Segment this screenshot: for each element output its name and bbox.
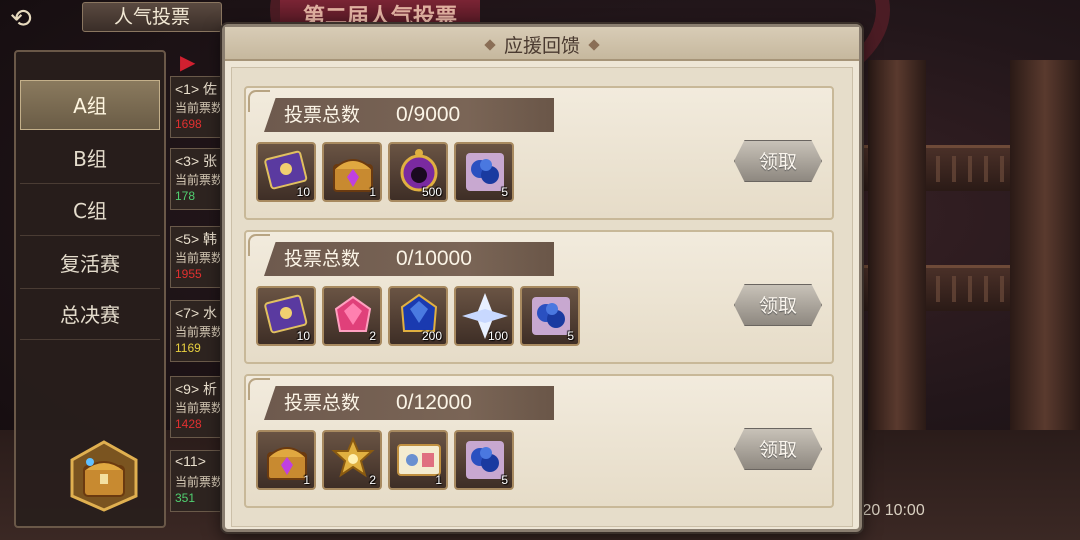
item-quantity: 5 — [501, 473, 508, 487]
reward-item[interactable]: 100 — [454, 286, 514, 346]
votes-caption: 当前票数 — [175, 101, 224, 115]
rank-label: <1> 佐 — [175, 81, 218, 97]
vote-count: 1955 — [175, 267, 202, 281]
tier-label-text: 投票总数 — [284, 248, 361, 270]
event-date: .20 10:00 — [858, 502, 925, 519]
vote-progress: 0/9000 — [396, 103, 461, 126]
group-sidebar: A组 B组 C组 复活赛 总决赛 — [14, 50, 166, 528]
item-quantity: 500 — [421, 185, 442, 199]
claim-button[interactable]: 领取 — [734, 140, 822, 182]
vote-progress: 0/10000 — [396, 247, 472, 270]
item-quantity: 2 — [369, 329, 376, 343]
sidebar-item-group-b[interactable]: B组 — [20, 134, 160, 184]
corner-ornament-icon — [248, 234, 270, 256]
reward-item[interactable]: 10 — [256, 142, 316, 202]
item-quantity: 2 — [369, 473, 376, 487]
candidate-list: ▶ <1> 佐 当前票数 1698 <3> 张 当前票数 178 <5> 韩 当… — [168, 50, 228, 528]
vote-count: 1428 — [175, 417, 202, 431]
diamond-ornament-icon — [588, 39, 600, 51]
sidebar-item-group-a[interactable]: A组 — [20, 80, 160, 130]
tier-label: 投票总数 0/9000 — [264, 98, 554, 132]
vote-count: 178 — [175, 189, 196, 203]
reward-item[interactable]: 1 — [388, 430, 448, 490]
reward-item[interactable]: 5 — [454, 430, 514, 490]
vote-count: 351 — [175, 491, 196, 505]
list-item[interactable]: <5> 韩 当前票数 1955 — [170, 226, 228, 288]
reward-item[interactable]: 500 — [388, 142, 448, 202]
reward-item[interactable]: 2 — [322, 286, 382, 346]
tier-label: 投票总数 0/10000 — [264, 242, 554, 276]
claim-button[interactable]: 领取 — [734, 428, 822, 470]
vote-progress: 0/12000 — [396, 391, 472, 414]
back-icon[interactable]: ⟲ — [10, 4, 52, 34]
reward-item[interactable]: 1 — [256, 430, 316, 490]
treasure-chest-icon[interactable] — [68, 440, 140, 512]
item-quantity: 5 — [567, 329, 574, 343]
tier-label: 投票总数 0/12000 — [264, 386, 554, 420]
tier-label-text: 投票总数 — [284, 104, 361, 126]
list-item[interactable]: <11> 当前票数 351 — [170, 450, 228, 512]
rank-label: <7> 水 — [175, 305, 218, 321]
sidebar-item-group-c[interactable]: C组 — [20, 186, 160, 236]
vote-count: 1698 — [175, 117, 202, 131]
flag-icon: ▶ — [180, 50, 196, 74]
rank-label: <3> 张 — [175, 153, 218, 169]
list-item[interactable]: <1> 佐 当前票数 1698 — [170, 76, 228, 138]
reward-tier: 投票总数 0/10000 10 2 200 100 5 领取 — [244, 230, 834, 364]
list-item[interactable]: <7> 水 当前票数 1169 — [170, 300, 228, 362]
reward-tier: 投票总数 0/12000 1 2 1 5 领取 — [244, 374, 834, 508]
votes-caption: 当前票数 — [175, 325, 224, 339]
item-quantity: 5 — [501, 185, 508, 199]
reward-item[interactable]: 5 — [520, 286, 580, 346]
votes-caption: 当前票数 — [175, 475, 224, 489]
item-quantity: 10 — [296, 185, 310, 199]
reward-item[interactable]: 10 — [256, 286, 316, 346]
rank-label: <5> 韩 — [175, 231, 218, 247]
votes-caption: 当前票数 — [175, 401, 224, 415]
reward-item[interactable]: 5 — [454, 142, 514, 202]
reward-item[interactable]: 1 — [322, 142, 382, 202]
corner-ornament-icon — [248, 378, 270, 400]
list-item[interactable]: <9> 析 当前票数 1428 — [170, 376, 228, 438]
item-quantity: 1 — [303, 473, 310, 487]
list-item[interactable]: <3> 张 当前票数 178 — [170, 148, 228, 210]
corner-ornament-icon — [248, 90, 270, 112]
claim-button[interactable]: 领取 — [734, 284, 822, 326]
rank-label: <9> 析 — [175, 381, 218, 397]
item-quantity: 100 — [487, 329, 508, 343]
item-quantity: 10 — [296, 329, 310, 343]
reward-item[interactable]: 200 — [388, 286, 448, 346]
item-quantity: 1 — [369, 185, 376, 199]
page-title: 人气投票 — [82, 2, 222, 32]
support-rewards-dialog: 应援回馈 投票总数 0/9000 10 1 500 5 领取 投票总数 0/10… — [222, 24, 862, 532]
item-quantity: 1 — [435, 473, 442, 487]
dialog-title-wrap: 应援回馈 — [225, 31, 859, 58]
rewards-list: 投票总数 0/9000 10 1 500 5 领取 投票总数 0/10000 1… — [231, 67, 853, 527]
votes-caption: 当前票数 — [175, 173, 224, 187]
vote-count: 1169 — [175, 341, 201, 355]
dialog-title: 应援回馈 — [503, 35, 580, 57]
rank-label: <11> — [175, 453, 206, 469]
reward-tier: 投票总数 0/9000 10 1 500 5 领取 — [244, 86, 834, 220]
diamond-ornament-icon — [484, 39, 496, 51]
votes-caption: 当前票数 — [175, 251, 224, 265]
sidebar-item-revival[interactable]: 复活赛 — [20, 239, 160, 289]
reward-item[interactable]: 2 — [322, 430, 382, 490]
dialog-header: 应援回馈 — [225, 27, 859, 61]
tier-label-text: 投票总数 — [284, 392, 361, 414]
sidebar-item-finals[interactable]: 总决赛 — [20, 290, 160, 340]
item-quantity: 200 — [421, 329, 442, 343]
